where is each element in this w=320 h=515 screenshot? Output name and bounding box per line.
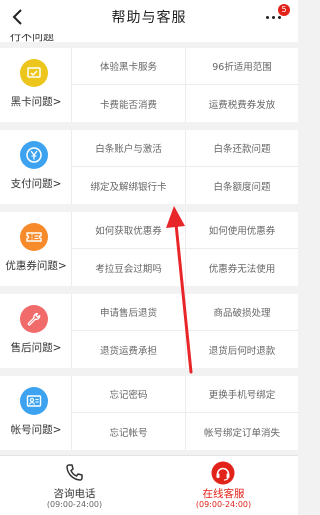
more-icon	[266, 16, 281, 19]
category-label: 支付问题>	[10, 178, 62, 190]
help-center-screen: 帮助与客服 5 行不问题 黑卡问题> 体验黑卡服务 96折适用范围 卡费能否消费…	[0, 0, 298, 515]
faq-item[interactable]: 退货后何时退款	[185, 331, 298, 368]
faq-item[interactable]: 运费税费券发放	[185, 85, 298, 122]
category-account[interactable]: 帐号问题>	[0, 376, 72, 450]
more-menu-button[interactable]: 5	[262, 4, 290, 28]
faq-item[interactable]: 申请售后退货	[72, 294, 185, 331]
faq-item[interactable]: 帐号绑定订单消失	[185, 413, 298, 450]
back-button[interactable]	[7, 6, 29, 28]
chevron-left-icon	[12, 9, 22, 25]
footer-bar: 咨询电话 (09:00-24:00) 在线客服 (09:00-24:00)	[0, 455, 298, 515]
faq-item[interactable]: 忘记帐号	[72, 413, 185, 450]
faq-item[interactable]: 白条还款问题	[185, 130, 298, 167]
faq-item[interactable]: 如何使用优惠券	[185, 212, 298, 249]
phone-support-label: 咨询电话	[53, 488, 96, 500]
page-title: 帮助与客服	[111, 10, 187, 26]
faq-item[interactable]: 考拉豆会过期吗	[72, 249, 185, 286]
category-black-card[interactable]: 黑卡问题>	[0, 48, 72, 122]
section-coupon: 优惠券问题> 如何获取优惠券 如何使用优惠券 考拉豆会过期吗 优惠券无法使用	[0, 212, 298, 286]
section-black-card: 黑卡问题> 体验黑卡服务 96折适用范围 卡费能否消费 运费税费券发放	[0, 48, 298, 122]
headset-icon	[211, 461, 235, 485]
online-support-label: 在线客服	[202, 488, 245, 500]
faq-item[interactable]: 白条账户与激活	[72, 130, 185, 167]
section-after-sales: 售后问题> 申请售后退货 商品破损处理 退货运费承担 退货后何时退款	[0, 294, 298, 368]
notification-badge: 5	[278, 4, 290, 16]
faq-item[interactable]: 忘记密码	[72, 376, 185, 413]
black-card-icon	[20, 59, 48, 87]
phone-support-hours: (09:00-24:00)	[46, 500, 103, 509]
faq-item[interactable]: 96折适用范围	[185, 48, 298, 85]
faq-item[interactable]: 绑定及解绑银行卡	[72, 167, 185, 204]
category-label: 帐号问题>	[10, 424, 62, 436]
category-after-sales[interactable]: 售后问题>	[0, 294, 72, 368]
account-icon	[20, 387, 48, 415]
faq-item[interactable]: 退货运费承担	[72, 331, 185, 368]
category-label: 优惠券问题>	[5, 260, 67, 272]
faq-item[interactable]: 优惠券无法使用	[185, 249, 298, 286]
faq-item[interactable]: 商品破损处理	[185, 294, 298, 331]
partial-row-label: 行不问题	[10, 34, 54, 42]
category-label: 售后问题>	[10, 342, 62, 354]
coupon-icon	[20, 223, 48, 251]
faq-item[interactable]: 卡费能否消费	[72, 85, 185, 122]
category-label: 黑卡问题>	[10, 96, 62, 108]
header-bar: 帮助与客服 5	[0, 0, 298, 34]
wrench-icon	[20, 305, 48, 333]
faq-list[interactable]: 行不问题 黑卡问题> 体验黑卡服务 96折适用范围 卡费能否消费 运费税费券发放	[0, 34, 298, 455]
phone-support-button[interactable]: 咨询电话 (09:00-24:00)	[0, 456, 149, 515]
yuan-icon	[20, 141, 48, 169]
partial-row: 行不问题	[0, 34, 298, 42]
online-support-hours: (09:00-24:00)	[195, 500, 252, 509]
faq-item[interactable]: 白条额度问题	[185, 167, 298, 204]
faq-item[interactable]: 更换手机号绑定	[185, 376, 298, 413]
category-payment[interactable]: 支付问题>	[0, 130, 72, 204]
phone-icon	[66, 464, 83, 481]
online-support-button[interactable]: 在线客服 (09:00-24:00)	[149, 456, 298, 515]
faq-item[interactable]: 体验黑卡服务	[72, 48, 185, 85]
category-coupon[interactable]: 优惠券问题>	[0, 212, 72, 286]
section-payment: 支付问题> 白条账户与激活 白条还款问题 绑定及解绑银行卡 白条额度问题	[0, 130, 298, 204]
section-account: 帐号问题> 忘记密码 更换手机号绑定 忘记帐号 帐号绑定订单消失	[0, 376, 298, 450]
faq-item[interactable]: 如何获取优惠券	[72, 212, 185, 249]
